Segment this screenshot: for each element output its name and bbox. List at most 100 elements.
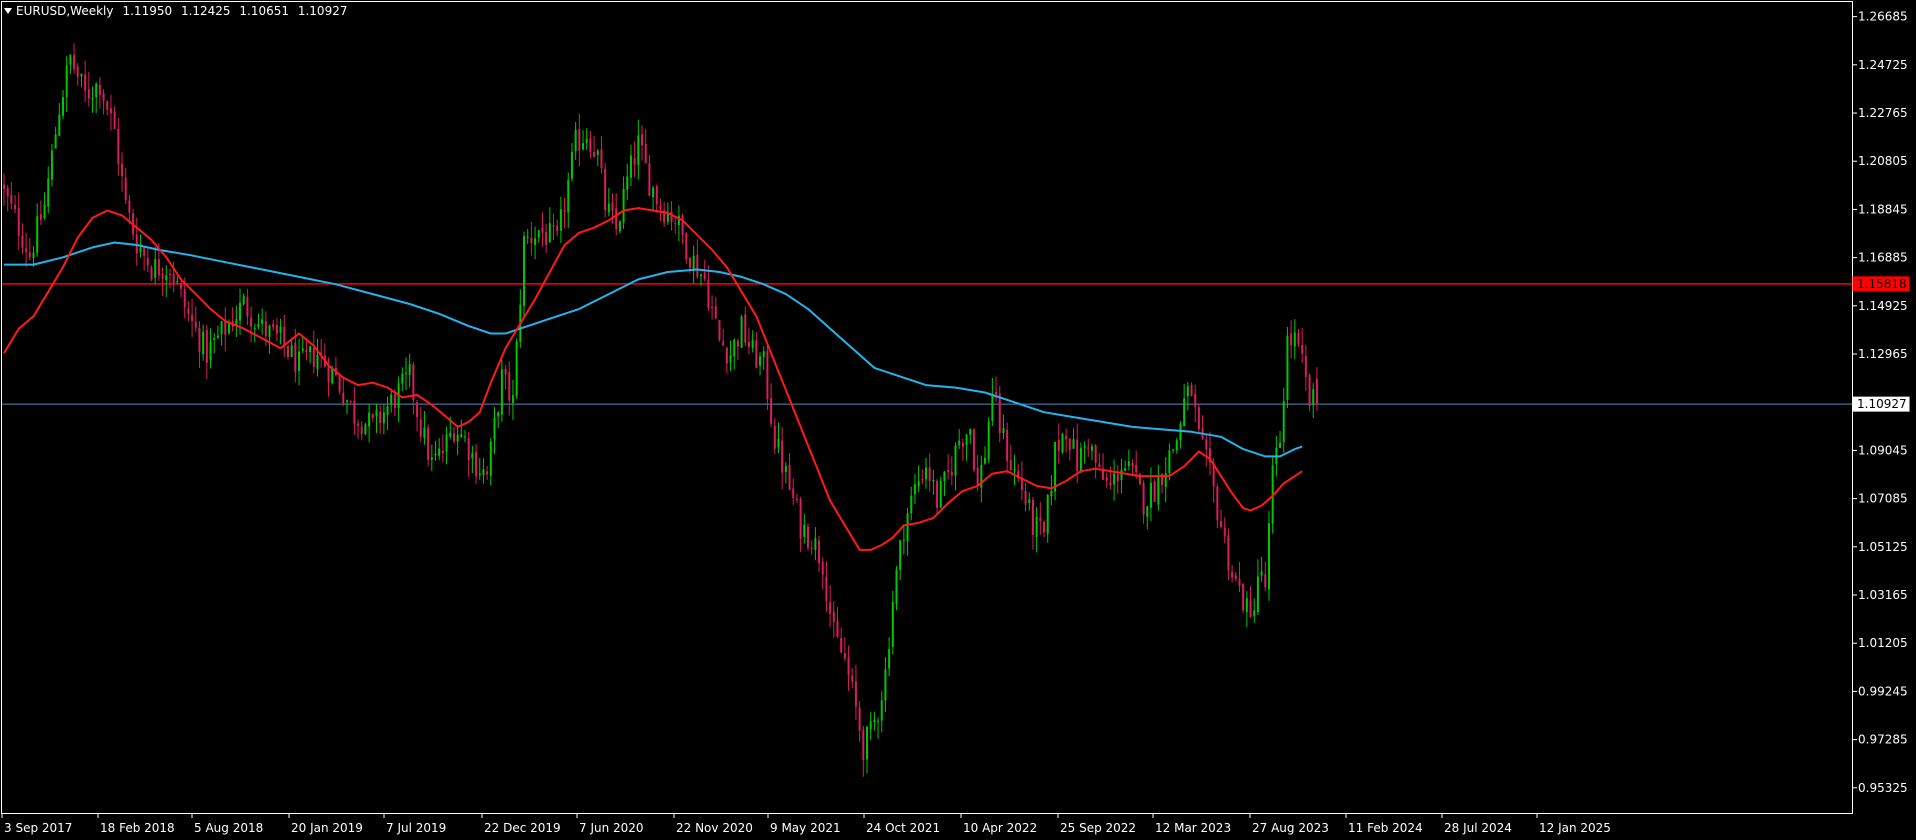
y-tick-label: 0.95325 <box>1858 781 1908 795</box>
candle-body <box>1006 429 1009 462</box>
y-tick-label: 1.05125 <box>1858 540 1908 554</box>
candle-body <box>467 438 470 461</box>
candle-body <box>652 187 655 198</box>
candle-body <box>246 296 249 317</box>
candle-body <box>1175 440 1178 451</box>
candle-body <box>183 289 186 308</box>
candle-body <box>1216 486 1219 521</box>
candle-body <box>810 547 813 549</box>
candle-body <box>305 349 308 352</box>
candle-body <box>227 322 230 333</box>
candle-body <box>1013 469 1016 471</box>
x-tick-label: 20 Jan 2019 <box>291 821 363 835</box>
candle-body <box>239 302 242 321</box>
candle-body <box>792 488 795 498</box>
candle-body <box>843 653 846 659</box>
x-tick-label: 24 Oct 2021 <box>866 821 940 835</box>
candle-body <box>121 163 124 176</box>
candle-body <box>781 440 784 473</box>
candle-body <box>62 97 65 116</box>
candle-body <box>1028 499 1031 504</box>
candle-body <box>187 308 190 314</box>
candle-body <box>674 223 677 225</box>
candle-body <box>216 335 219 338</box>
candle-body <box>1315 378 1318 405</box>
candle-body <box>987 421 990 460</box>
candle-body <box>1127 461 1130 467</box>
candle-body <box>604 168 607 211</box>
candle-body <box>943 471 946 482</box>
candle-body <box>28 252 31 258</box>
candle-body <box>338 376 341 392</box>
candle-body <box>961 442 964 447</box>
x-tick-label: 12 Jan 2025 <box>1539 821 1611 835</box>
candle-body <box>858 707 861 731</box>
candle-body <box>570 152 573 179</box>
candle-body <box>493 417 496 440</box>
candle-body <box>213 338 216 340</box>
candle-body <box>309 346 312 353</box>
candle <box>1197 403 1200 433</box>
candle-body <box>515 341 518 397</box>
candle-body <box>611 202 614 211</box>
candle-body <box>139 248 142 253</box>
candle-body <box>390 394 393 405</box>
candle-body <box>633 157 636 165</box>
candle-body <box>696 254 699 277</box>
candle-body <box>622 188 625 223</box>
candle-body <box>98 84 101 95</box>
candle-body <box>784 466 787 473</box>
candle-body <box>939 480 942 508</box>
candle-body <box>707 279 710 309</box>
candle-body <box>1046 495 1049 534</box>
candle-body <box>1057 439 1060 451</box>
candle-body <box>1308 374 1311 407</box>
candle-body <box>958 440 961 445</box>
x-tick-label: 7 Jun 2020 <box>579 821 644 835</box>
y-tick-label: 1.18845 <box>1858 202 1908 216</box>
candle-body <box>272 323 275 328</box>
candle-body <box>1253 610 1256 617</box>
candle-body <box>1105 477 1108 481</box>
candle-body <box>917 481 920 487</box>
candle-body <box>331 368 334 384</box>
candle-body <box>818 540 821 564</box>
candle-body <box>840 638 843 653</box>
candle-body <box>327 364 330 382</box>
candle-body <box>157 259 160 276</box>
candle <box>604 162 607 218</box>
menu-triangle-icon[interactable] <box>4 8 12 14</box>
candle-body <box>759 356 762 366</box>
candle-body <box>128 200 131 213</box>
candle-body <box>408 364 411 376</box>
price-chart[interactable]: 1.26685 1.24725 1.22765 1.20805 1.18845 1.168… <box>0 0 1916 840</box>
candle-body <box>298 351 301 371</box>
candle-body <box>25 248 28 253</box>
candle-body <box>976 467 979 486</box>
candle-body <box>880 700 883 721</box>
candle-body <box>301 348 304 351</box>
y-tick-label: 0.97285 <box>1858 733 1908 747</box>
candle-body <box>1116 474 1119 482</box>
candle-body <box>1220 521 1223 527</box>
candle-body <box>1065 435 1068 440</box>
candle-body <box>511 395 514 403</box>
candle-body <box>508 372 511 401</box>
candle-body <box>1087 447 1090 449</box>
candle-body <box>1120 469 1123 481</box>
candle-body <box>913 484 916 495</box>
candle-body <box>150 267 153 279</box>
candle-body <box>1079 448 1082 473</box>
price-label-red: 1.15818 <box>1857 277 1907 291</box>
candle-body <box>1072 439 1075 449</box>
candle-body <box>382 412 385 424</box>
candle-body <box>176 281 179 283</box>
candle <box>1138 473 1141 486</box>
candle-body <box>419 419 422 437</box>
candle-body <box>795 499 798 501</box>
candle-body <box>106 100 109 110</box>
candle-body <box>928 467 931 482</box>
y-tick-label: 1.07085 <box>1858 492 1908 506</box>
candle-body <box>1031 499 1034 535</box>
x-tick-label: 25 Sep 2022 <box>1060 821 1136 835</box>
